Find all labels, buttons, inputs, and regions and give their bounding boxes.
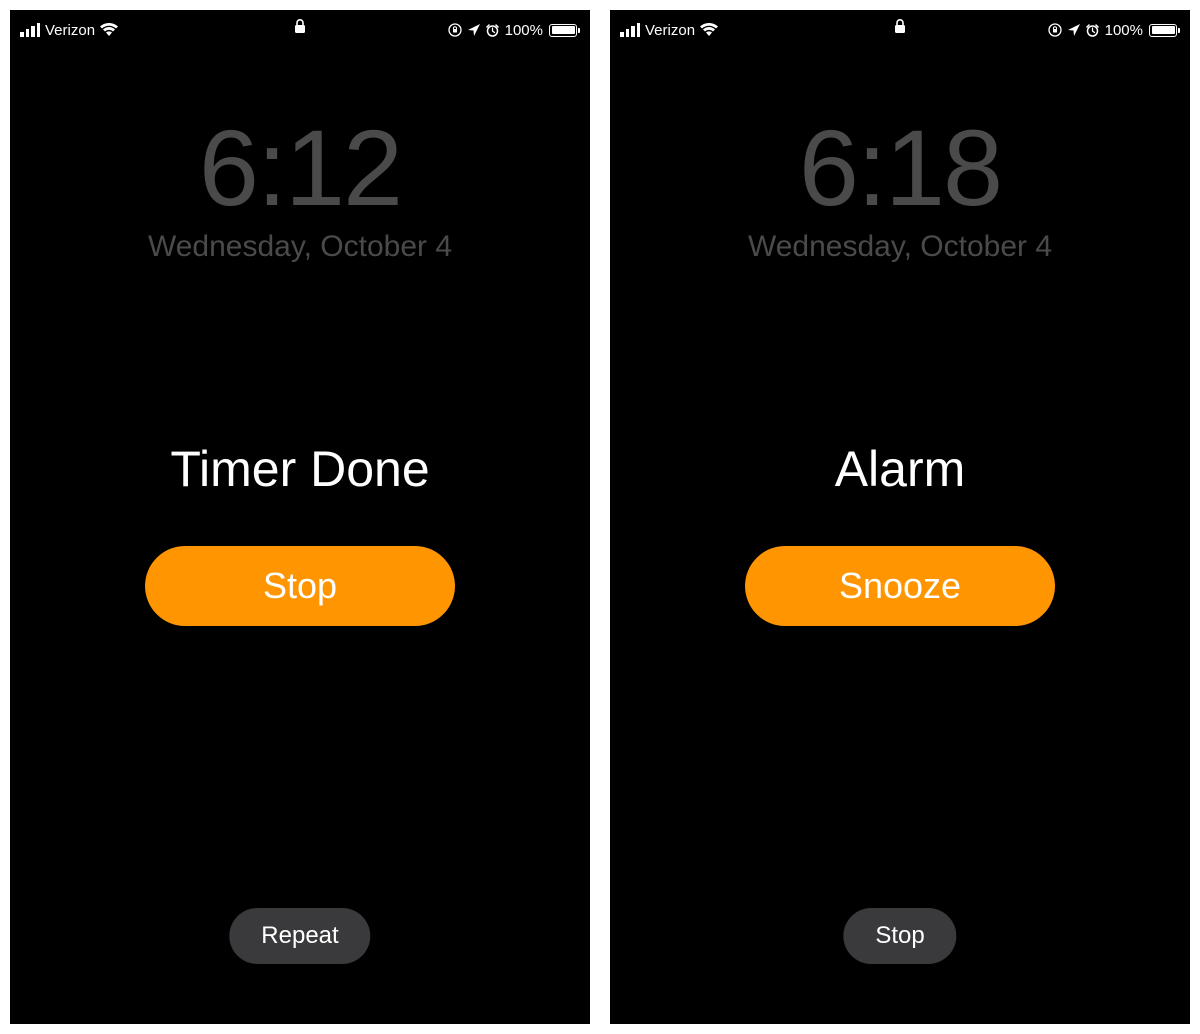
repeat-button[interactable]: Repeat	[229, 908, 370, 964]
lock-icon	[295, 19, 305, 33]
battery-icon	[1149, 24, 1180, 37]
location-icon	[468, 24, 480, 36]
clock-time: 6:12	[10, 114, 590, 222]
cellular-signal-icon	[620, 23, 640, 37]
orientation-lock-icon	[1048, 23, 1062, 37]
alert-title: Timer Done	[170, 440, 429, 498]
wifi-icon	[100, 23, 118, 37]
status-bar-left: Verizon	[620, 22, 718, 39]
clock-date: Wednesday, October 4	[610, 230, 1190, 264]
carrier-label: Verizon	[645, 22, 695, 39]
alert-title: Alarm	[835, 440, 966, 498]
lock-screen-clock: 6:12 Wednesday, October 4	[10, 114, 590, 264]
wifi-icon	[700, 23, 718, 37]
battery-icon	[549, 24, 580, 37]
phone-lock-screen-timer: Verizon 100%	[10, 10, 590, 1024]
carrier-label: Verizon	[45, 22, 95, 39]
status-bar-right: 100%	[1048, 22, 1180, 39]
orientation-lock-icon	[448, 23, 462, 37]
lock-icon	[895, 19, 905, 33]
status-bar: Verizon 100%	[10, 10, 590, 44]
battery-percent-label: 100%	[505, 22, 543, 39]
lock-screen-clock: 6:18 Wednesday, October 4	[610, 114, 1190, 264]
status-bar-right: 100%	[448, 22, 580, 39]
phone-lock-screen-alarm: Verizon 100%	[610, 10, 1190, 1024]
location-icon	[1068, 24, 1080, 36]
snooze-button[interactable]: Snooze	[745, 546, 1055, 626]
stop-button[interactable]: Stop	[145, 546, 455, 626]
clock-time: 6:18	[610, 114, 1190, 222]
clock-date: Wednesday, October 4	[10, 230, 590, 264]
status-bar: Verizon 100%	[610, 10, 1190, 44]
alarm-icon	[486, 24, 499, 37]
status-bar-left: Verizon	[20, 22, 118, 39]
timer-alert: Timer Done Stop	[10, 440, 590, 626]
cellular-signal-icon	[20, 23, 40, 37]
alarm-icon	[1086, 24, 1099, 37]
stop-button[interactable]: Stop	[843, 908, 956, 964]
alarm-alert: Alarm Snooze	[610, 440, 1190, 626]
battery-percent-label: 100%	[1105, 22, 1143, 39]
